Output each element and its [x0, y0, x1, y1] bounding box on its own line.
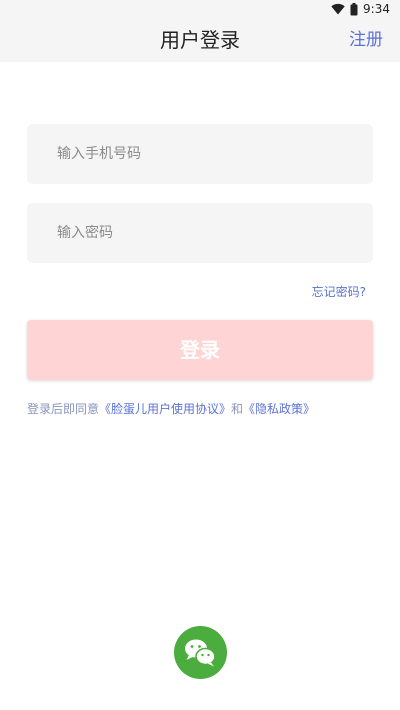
status-bar: 9:34 — [0, 0, 400, 18]
login-button[interactable]: 登录 — [27, 320, 373, 380]
password-input[interactable] — [27, 203, 373, 263]
wifi-icon — [331, 3, 345, 15]
terms-link[interactable]: 《脸蛋儿用户使用协议》 — [99, 402, 231, 416]
nav-bar: 用户登录 注册 — [0, 18, 400, 62]
status-indicators: 9:34 — [331, 1, 390, 17]
password-field[interactable] — [27, 203, 373, 263]
register-link[interactable]: 注册 — [349, 18, 383, 62]
status-time: 9:34 — [363, 2, 390, 16]
forgot-password-link[interactable]: 忘记密码? — [312, 283, 366, 300]
agreement-conjunction: 和 — [231, 402, 244, 416]
battery-icon — [350, 2, 358, 15]
page-title: 用户登录 — [160, 28, 240, 52]
wechat-icon — [185, 639, 216, 667]
privacy-link[interactable]: 《隐私政策》 — [243, 402, 315, 416]
wechat-login-button[interactable] — [174, 626, 227, 679]
agreement-prefix: 登录后即同意 — [27, 402, 100, 416]
phone-input[interactable] — [27, 124, 373, 184]
phone-field[interactable] — [27, 124, 373, 184]
agreement-text: 登录后即同意《脸蛋儿用户使用协议》和《隐私政策》 — [27, 400, 315, 417]
